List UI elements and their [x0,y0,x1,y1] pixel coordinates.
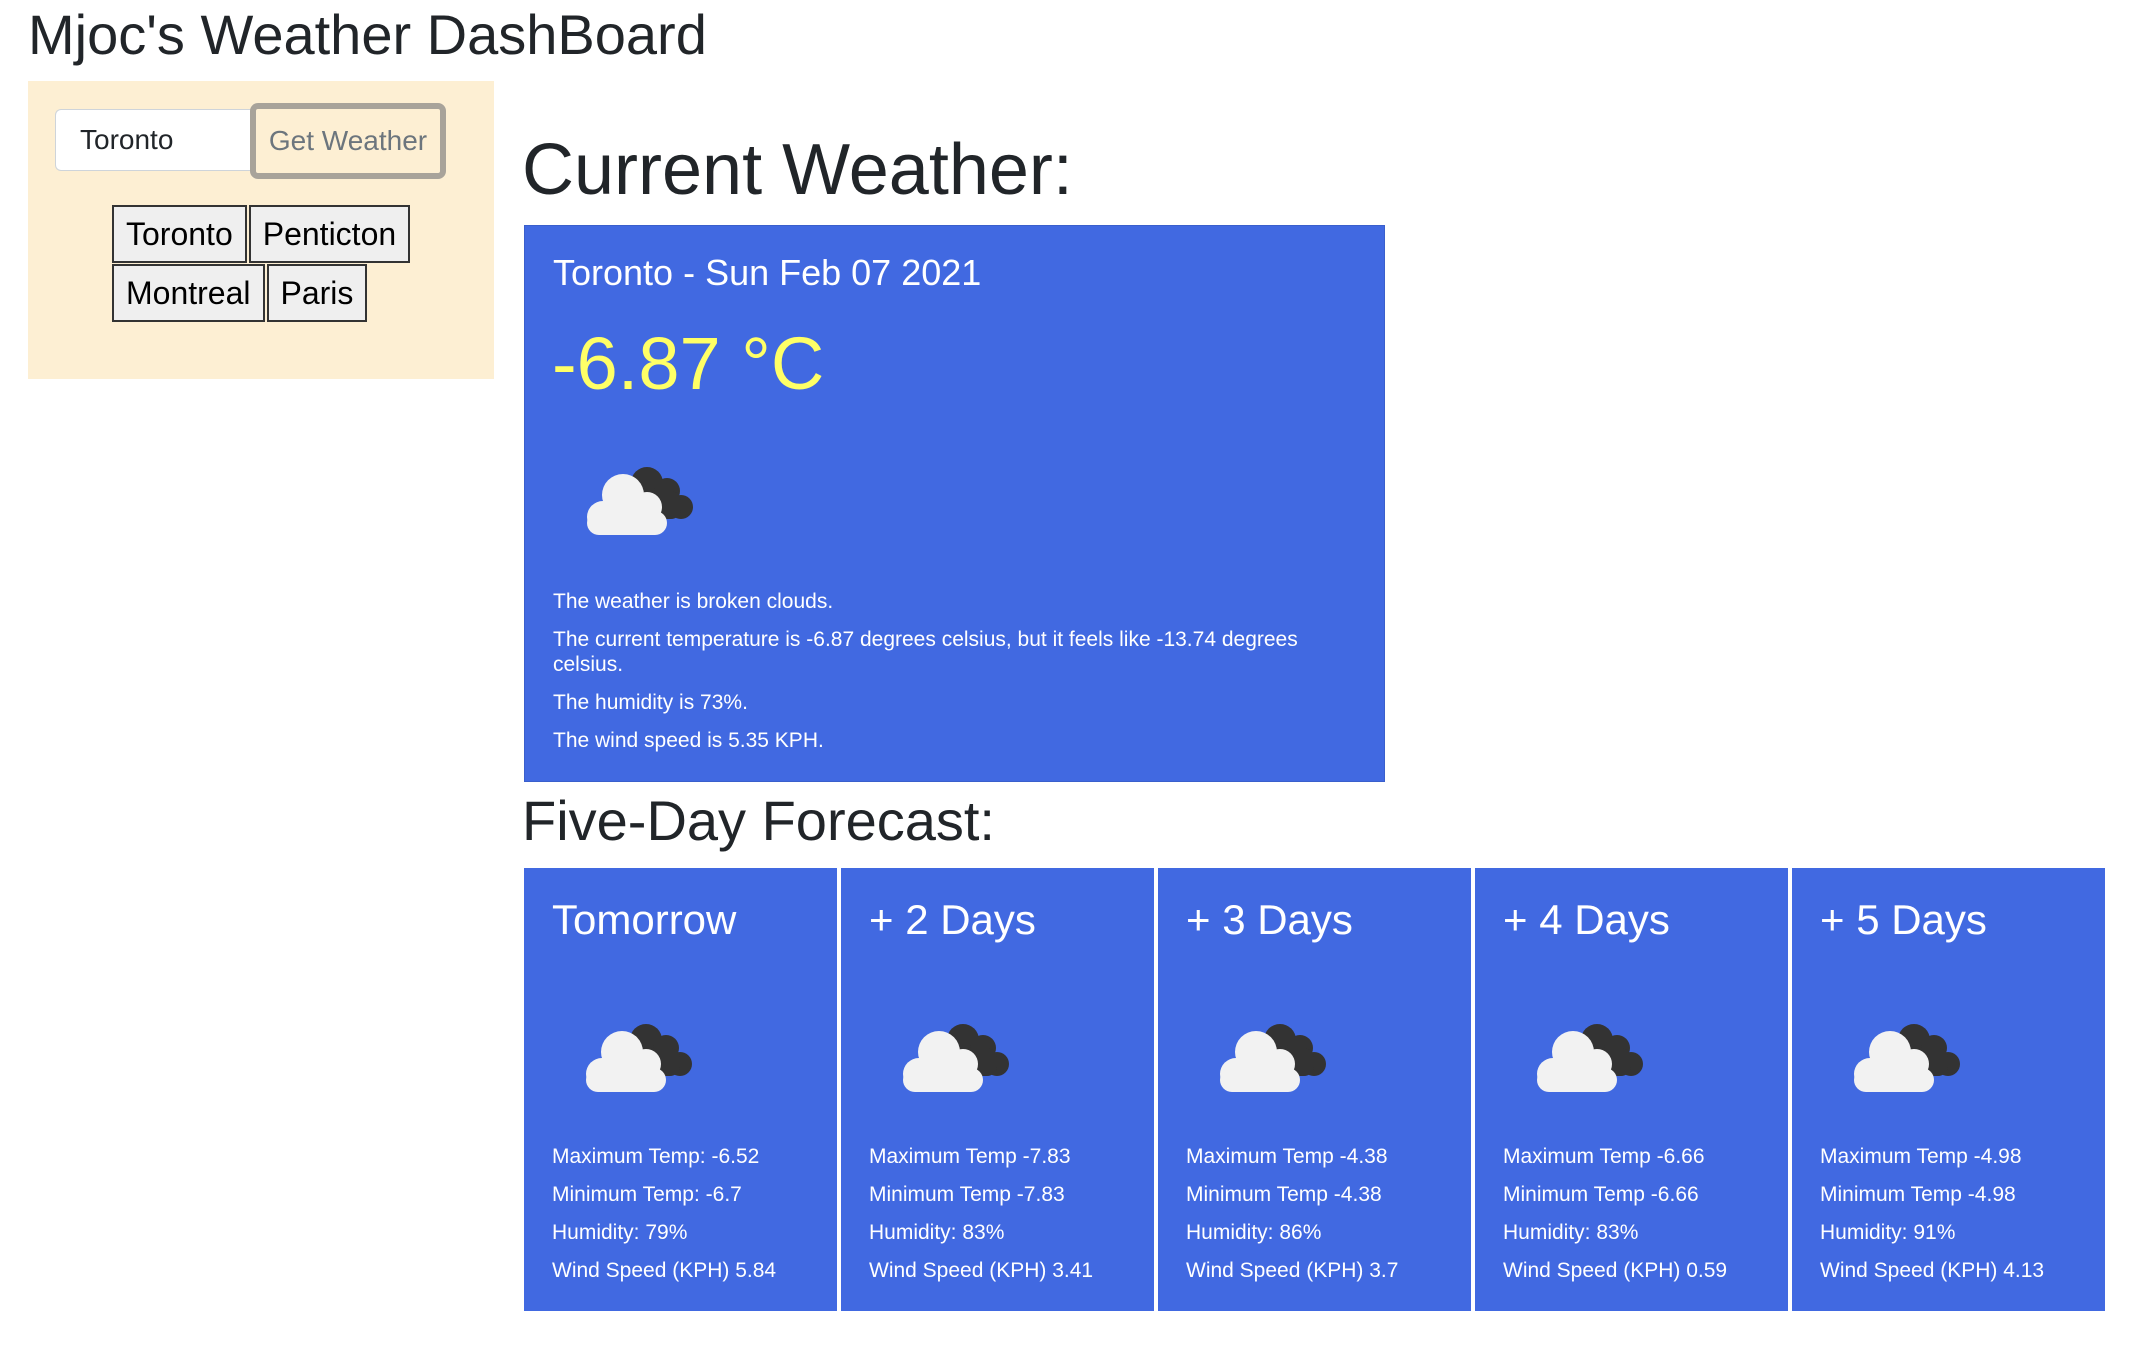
min-temp: Minimum Temp -4.38 [1186,1183,1382,1206]
forecast-row: Tomorrow Maximum Temp: -6.52 Minimum Tem… [524,868,2105,1311]
forecast-day-label: + 5 Days [1820,896,1987,943]
wind-speed: Wind Speed (KPH) 5.84 [552,1259,777,1282]
get-weather-button[interactable]: Get Weather [250,103,446,179]
wind-speed: Wind Speed (KPH) 3.41 [869,1259,1094,1282]
wind-description: The wind speed is 5.35 KPH. [553,729,824,752]
humidity: Humidity: 91% [1820,1221,1956,1244]
max-temp: Maximum Temp -4.38 [1186,1145,1388,1168]
min-temp: Minimum Temp: -6.7 [552,1183,742,1206]
max-temp: Maximum Temp: -6.52 [552,1145,760,1168]
forecast-card-2: + 2 Days Maximum Temp -7.83 Minimum Temp… [841,868,1154,1311]
forecast-day-label: Tomorrow [552,896,737,943]
forecast-day-label: + 2 Days [869,896,1036,943]
broken-clouds-icon [1220,1024,1326,1092]
forecast-card-4: + 4 Days Maximum Temp -6.66 Minimum Temp… [1475,868,1788,1311]
forecast-card-3: + 3 Days Maximum Temp -4.38 Minimum Temp… [1158,868,1471,1311]
wind-speed: Wind Speed (KPH) 0.59 [1503,1259,1728,1282]
forecast-heading: Five-Day Forecast: [522,789,995,852]
min-temp: Minimum Temp -7.83 [869,1183,1065,1206]
humidity: Humidity: 83% [869,1221,1005,1244]
forecast-day-label: + 3 Days [1186,896,1353,943]
city-search-input[interactable] [55,109,253,171]
city-date-label: Toronto - Sun Feb 07 2021 [553,252,982,293]
broken-clouds-icon [587,467,693,535]
current-details: The weather is broken clouds. The curren… [553,589,1353,766]
current-temperature: -6.87 °C [552,322,825,405]
humidity: Humidity: 83% [1503,1221,1639,1244]
wind-speed: Wind Speed (KPH) 4.13 [1820,1259,2045,1282]
current-weather-card: Toronto - Sun Feb 07 2021 -6.87 °C The w… [524,225,1385,782]
wind-speed: Wind Speed (KPH) 3.7 [1186,1259,1399,1282]
history-row: Montreal Paris [112,264,432,322]
humidity: Humidity: 79% [552,1221,688,1244]
forecast-stats: Maximum Temp -4.98 Minimum Temp -4.98 Hu… [1820,1138,2044,1290]
humidity-description: The humidity is 73%. [553,691,748,714]
broken-clouds-icon [1854,1024,1960,1092]
app-title: Mjoc's Weather DashBoard [28,3,707,66]
forecast-card-1: Tomorrow Maximum Temp: -6.52 Minimum Tem… [524,868,837,1311]
broken-clouds-icon [903,1024,1009,1092]
forecast-day-label: + 4 Days [1503,896,1670,943]
max-temp: Maximum Temp -4.98 [1820,1145,2022,1168]
forecast-stats: Maximum Temp: -6.52 Minimum Temp: -6.7 H… [552,1138,776,1290]
history-button-montreal[interactable]: Montreal [112,264,265,322]
humidity: Humidity: 86% [1186,1221,1322,1244]
history-row: Toronto Penticton [112,205,432,263]
search-sidebar: Get Weather Toronto Penticton Montreal P… [28,81,494,379]
history-button-paris[interactable]: Paris [266,264,368,322]
max-temp: Maximum Temp -7.83 [869,1145,1071,1168]
min-temp: Minimum Temp -4.98 [1820,1183,2016,1206]
history-button-penticton[interactable]: Penticton [248,205,411,263]
temperature-description: The current temperature is -6.87 degrees… [553,628,1298,676]
search-history: Toronto Penticton Montreal Paris [112,205,432,323]
broken-clouds-icon [1537,1024,1643,1092]
history-button-toronto[interactable]: Toronto [112,205,247,263]
max-temp: Maximum Temp -6.66 [1503,1145,1705,1168]
current-weather-heading: Current Weather: [522,130,1073,210]
forecast-stats: Maximum Temp -7.83 Minimum Temp -7.83 Hu… [869,1138,1093,1290]
forecast-card-5: + 5 Days Maximum Temp -4.98 Minimum Temp… [1792,868,2105,1311]
weather-dashboard: Mjoc's Weather DashBoard Get Weather Tor… [0,0,2133,1346]
min-temp: Minimum Temp -6.66 [1503,1183,1699,1206]
broken-clouds-icon [586,1024,692,1092]
weather-description: The weather is broken clouds. [553,590,834,613]
forecast-stats: Maximum Temp -4.38 Minimum Temp -4.38 Hu… [1186,1138,1398,1290]
forecast-stats: Maximum Temp -6.66 Minimum Temp -6.66 Hu… [1503,1138,1727,1290]
